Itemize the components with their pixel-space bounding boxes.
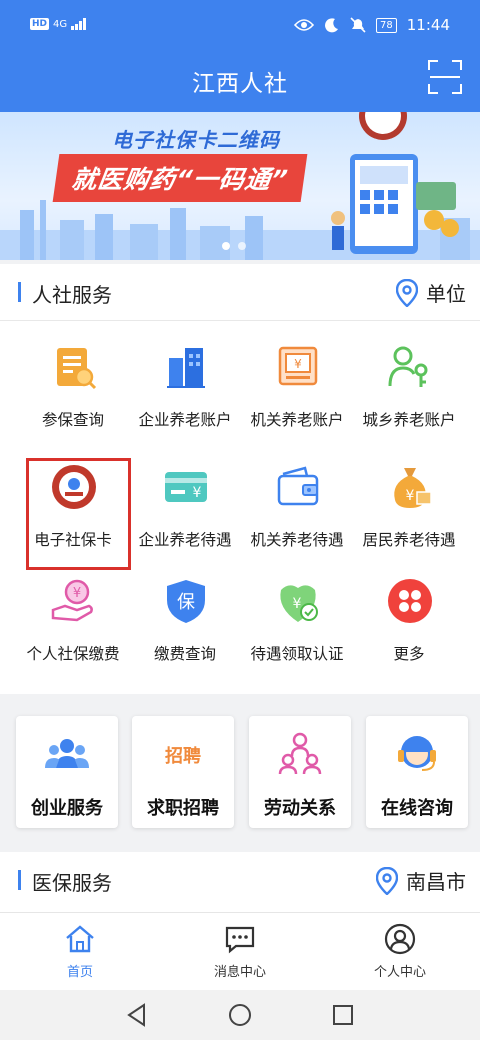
tile-label: 创业服务 — [31, 798, 103, 819]
service-government-pension-account[interactable]: ¥ 机关养老账户 — [238, 344, 356, 454]
highlight-box — [26, 458, 131, 570]
service-enterprise-pension-benefits[interactable]: ¥ 企业养老待遇 — [126, 464, 244, 574]
service-label: 企业养老账户 — [138, 411, 232, 429]
tile-entrepreneurship[interactable]: 创业服务 — [16, 716, 118, 828]
svg-text:¥: ¥ — [294, 357, 302, 371]
location-label: 南昌市 — [406, 870, 466, 894]
phone-illustration — [331, 154, 459, 254]
headset-icon — [398, 736, 436, 771]
network-type: 4G — [53, 18, 68, 30]
service-label: 机关养老待遇 — [250, 531, 344, 549]
scan-icon[interactable] — [428, 60, 462, 94]
signal-icon — [71, 18, 87, 30]
service-label: 居民养老待遇 — [362, 531, 456, 549]
clock: 11:44 — [406, 16, 450, 34]
money-box-icon: ¥ — [278, 346, 318, 386]
promo-banner[interactable]: 电子社保卡二维码 就医购药“一码通” — [0, 112, 480, 260]
tile-label: 劳动关系 — [264, 798, 336, 819]
team-icon — [45, 739, 89, 768]
tab-label: 个人中心 — [373, 965, 426, 980]
eye-icon — [294, 19, 315, 31]
battery-indicator: 78 — [376, 17, 397, 33]
banner-subtitle: 电子社保卡二维码 — [112, 128, 280, 152]
back-icon[interactable] — [124, 1002, 150, 1028]
service-label: 缴费查询 — [153, 645, 216, 663]
location-pin-icon — [376, 866, 398, 895]
status-bar: HD 4G 78 11:44 — [0, 0, 480, 52]
org-chart-icon — [278, 732, 322, 775]
location-selector[interactable]: 南昌市 — [376, 866, 466, 895]
building-icon — [167, 348, 205, 388]
tile-labor-relations[interactable]: 劳动关系 — [249, 716, 351, 828]
service-enterprise-pension-account[interactable]: 企业养老账户 — [126, 344, 244, 454]
wallet-icon — [277, 466, 319, 506]
service-label: 机关养老账户 — [250, 411, 344, 429]
card-yuan-icon: ¥ — [165, 472, 207, 502]
carousel-dots — [222, 242, 246, 250]
recents-icon[interactable] — [330, 1002, 356, 1028]
money-bag-icon: ¥ — [394, 468, 432, 508]
tile-online-consulting[interactable]: 在线咨询 — [366, 716, 468, 828]
yibao-services-card: 医保服务 南昌市 — [0, 852, 480, 912]
tile-job-recruitment[interactable]: 招聘 求职招聘 — [132, 716, 234, 828]
recruit-icon: 招聘 — [165, 745, 201, 767]
more-icon — [388, 579, 432, 623]
mute-icon — [350, 17, 366, 33]
system-nav-bar — [0, 990, 480, 1040]
service-personal-payment[interactable]: ¥ 个人社保缴费 — [14, 578, 132, 688]
tab-label: 消息中心 — [213, 965, 266, 980]
hand-yuan-icon: ¥ — [51, 579, 93, 622]
tab-home[interactable]: 首页 — [20, 923, 140, 980]
verify-yuan-icon: ¥ — [280, 585, 318, 622]
location-label: 单位 — [426, 282, 466, 306]
service-benefit-authentication[interactable]: ¥ 待遇领取认证 — [238, 578, 356, 688]
tab-label: 首页 — [66, 965, 93, 980]
seal-logo — [359, 112, 407, 140]
location-selector[interactable]: 单位 — [396, 278, 466, 307]
person-key-icon — [388, 346, 428, 387]
renshe-section-header: 人社服务 单位 — [0, 264, 480, 320]
user-icon — [384, 923, 416, 955]
location-pin-icon — [396, 278, 418, 307]
shield-bao-icon: 保 — [167, 580, 205, 623]
service-label: 个人社保缴费 — [26, 645, 120, 663]
home-icon — [66, 925, 94, 953]
home-button-icon[interactable] — [227, 1002, 253, 1028]
service-urban-rural-pension-account[interactable]: 城乡养老账户 — [350, 344, 468, 454]
service-resident-pension-benefits[interactable]: ¥ 居民养老待遇 — [350, 464, 468, 574]
service-government-pension-benefits[interactable]: 机关养老待遇 — [238, 464, 356, 574]
tile-label: 求职招聘 — [147, 798, 219, 819]
section-title: 医保服务 — [32, 871, 112, 895]
service-canbao-query[interactable]: 参保查询 — [14, 344, 132, 454]
tile-label: 在线咨询 — [381, 798, 453, 819]
clipboard-search-icon — [57, 348, 97, 390]
service-label: 企业养老待遇 — [138, 531, 232, 549]
service-label: 城乡养老账户 — [362, 411, 456, 429]
svg-text:¥: ¥ — [406, 488, 415, 504]
service-more[interactable]: 更多 — [350, 578, 468, 688]
tab-messages[interactable]: 消息中心 — [180, 923, 300, 980]
message-icon — [225, 926, 255, 954]
hd-badge: HD — [30, 18, 50, 30]
service-label: 待遇领取认证 — [250, 645, 344, 663]
feature-tiles: 创业服务 招聘 求职招聘 劳动关系 在线咨询 — [16, 716, 468, 828]
service-label: 参保查询 — [41, 411, 104, 429]
banner-headline: 就医购药“一码通” — [52, 154, 308, 202]
recruit-glyph: 招聘 — [165, 745, 201, 767]
yibao-section-header: 医保服务 南昌市 — [0, 852, 480, 908]
tab-profile[interactable]: 个人中心 — [340, 923, 460, 980]
moon-icon — [325, 18, 339, 33]
svg-text:¥: ¥ — [193, 485, 202, 501]
svg-text:保: 保 — [177, 592, 195, 613]
service-payment-query[interactable]: 保 缴费查询 — [126, 578, 244, 688]
svg-text:¥: ¥ — [73, 586, 81, 601]
page-title: 江西人社 — [192, 71, 288, 97]
section-title: 人社服务 — [32, 283, 112, 307]
svg-text:¥: ¥ — [293, 596, 302, 612]
bottom-tab-bar: 首页 消息中心 个人中心 — [0, 912, 480, 990]
service-label: 更多 — [393, 645, 425, 663]
app-header: HD 4G 78 11:44 江西人社 — [0, 0, 480, 112]
